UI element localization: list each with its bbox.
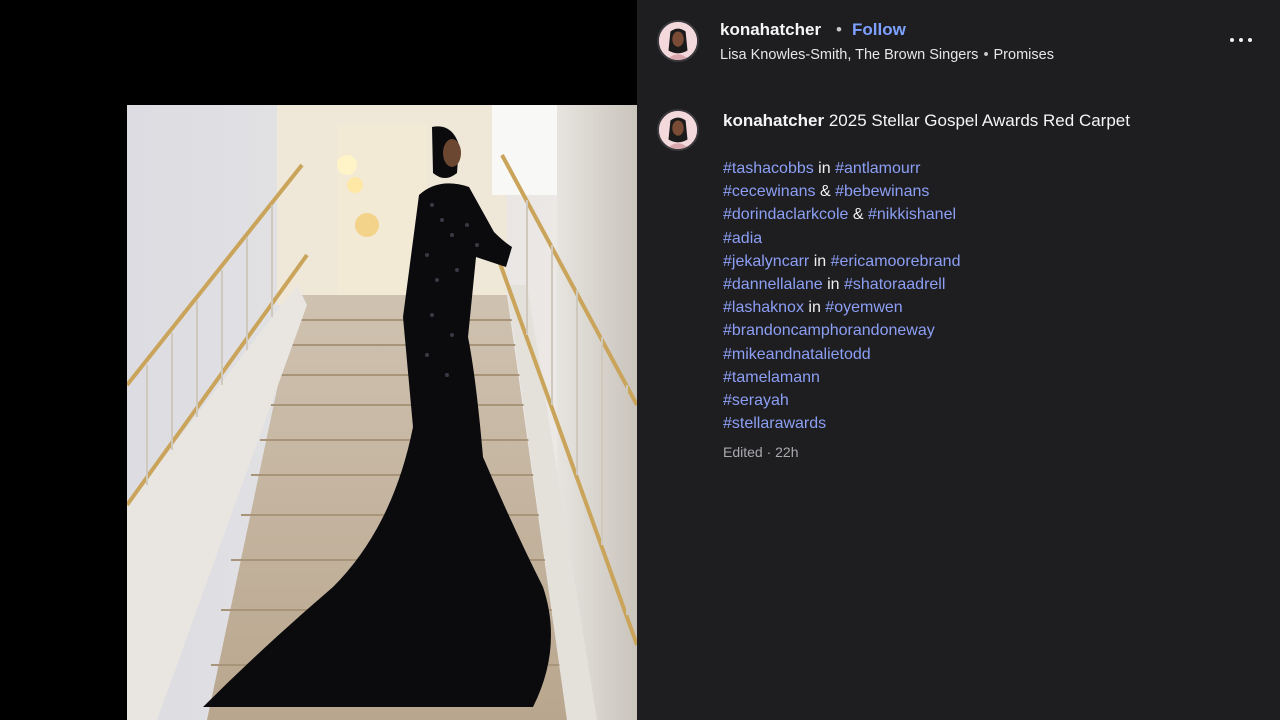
hashtag-connector: in	[809, 252, 831, 270]
hashtag-link[interactable]: #nikkishanel	[868, 206, 956, 223]
hashtag-link[interactable]: #dorindaclarkcole	[723, 206, 848, 223]
author-username[interactable]: konahatcher	[720, 20, 821, 40]
separator-dot: •	[836, 20, 842, 39]
hashtag-link[interactable]: #ericamoorebrand	[831, 253, 961, 270]
hashtag-line: #mikeandnatalietodd	[723, 343, 1243, 366]
hashtag-link[interactable]: #antlamourr	[835, 160, 920, 177]
audio-attribution[interactable]: Lisa Knowles-Smith, The Brown Singers • Pr…	[720, 47, 1054, 63]
hashtag-list: #tashacobbs in #antlamourr #cecewinans & …	[723, 157, 1243, 435]
hashtag-line: #cecewinans & #bebewinans	[723, 180, 1243, 203]
caption-title: konahatcher 2025 Stellar Gospel Awards R…	[723, 111, 1130, 131]
hashtag-link[interactable]: #adia	[723, 230, 762, 247]
avatar-image	[659, 111, 697, 149]
hashtag-line: #tamelamann	[723, 366, 1243, 389]
hashtag-link[interactable]: #oyemwen	[825, 299, 902, 316]
author-avatar[interactable]	[657, 20, 699, 62]
hashtag-connector: &	[815, 183, 836, 201]
hashtag-link[interactable]: #brandoncamphorandoneway	[723, 322, 935, 339]
hashtag-line: #lashaknox in #oyemwen	[723, 296, 1243, 319]
post-side-panel: konahatcher • Follow Lisa Knowles-Smith,…	[637, 0, 1280, 720]
hashtag-line: #adia	[723, 227, 1243, 250]
follow-button[interactable]: Follow	[852, 20, 906, 40]
hashtag-link[interactable]: #bebewinans	[835, 183, 929, 200]
hashtag-link[interactable]: #shatoraadrell	[844, 276, 945, 293]
media-pane	[0, 0, 637, 720]
hashtag-link[interactable]: #serayah	[723, 392, 789, 409]
post-meta: Edited · 22h	[723, 444, 799, 460]
audio-separator: •	[983, 47, 989, 63]
hashtag-connector: &	[848, 206, 868, 224]
hashtag-connector: in	[822, 275, 844, 293]
audio-track[interactable]: Promises	[994, 47, 1054, 63]
hashtag-link[interactable]: #jekalyncarr	[723, 253, 809, 270]
caption-text: 2025 Stellar Gospel Awards Red Carpet	[828, 111, 1130, 130]
hashtag-connector: in	[813, 160, 836, 177]
hashtag-link[interactable]: #cecewinans	[723, 183, 816, 200]
hashtag-line: #serayah	[723, 389, 1243, 412]
hashtag-line: #stellarawards	[723, 412, 1243, 435]
hashtag-link[interactable]: #dannellalane	[723, 276, 823, 293]
post-photo[interactable]	[127, 105, 637, 720]
hashtag-line: #dannellalane in #shatoraadrell	[723, 273, 1243, 296]
post-photo-art	[127, 105, 637, 720]
avatar-image	[659, 22, 697, 60]
caption-username[interactable]: konahatcher	[723, 111, 824, 130]
hashtag-line: #brandoncamphorandoneway	[723, 319, 1243, 342]
hashtag-link[interactable]: #tashacobbs	[723, 160, 814, 177]
hashtag-link[interactable]: #tamelamann	[723, 369, 820, 386]
audio-artist[interactable]: Lisa Knowles-Smith, The Brown Singers	[720, 47, 978, 63]
hashtag-line: #dorindaclarkcole & #nikkishanel	[723, 203, 1243, 226]
caption-avatar[interactable]	[657, 109, 699, 151]
more-options-icon[interactable]	[1229, 28, 1255, 52]
hashtag-link[interactable]: #lashaknox	[723, 299, 804, 316]
hashtag-link[interactable]: #mikeandnatalietodd	[723, 346, 871, 363]
hashtag-connector: in	[803, 299, 826, 317]
hashtag-line: #jekalyncarr in #ericamoorebrand	[723, 250, 1243, 273]
hashtag-line: #tashacobbs in #antlamourr	[723, 157, 1243, 180]
hashtag-link[interactable]: #stellarawards	[723, 415, 826, 432]
